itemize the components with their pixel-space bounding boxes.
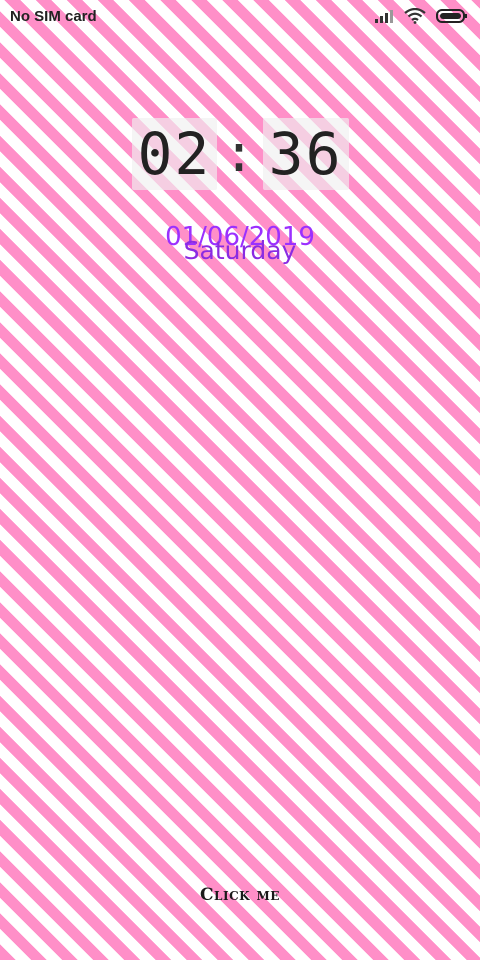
status-bar: No SIM card (0, 0, 480, 34)
battery-icon (436, 8, 468, 28)
clock-separator: : (223, 124, 257, 184)
signal-icon (374, 8, 394, 28)
carrier-label: No SIM card (10, 8, 97, 25)
day-label: Saturday (183, 236, 297, 265)
clock-hours: 02 (131, 118, 218, 190)
wifi-icon (404, 7, 426, 28)
status-icons (374, 7, 468, 28)
clock-minutes: 36 (262, 118, 349, 190)
lock-screen: No SIM card 02: 36 01/06/2019 Saturday … (0, 0, 480, 960)
click-me-button[interactable]: Click me (190, 885, 290, 915)
clock: 02 : 36 (0, 118, 480, 190)
